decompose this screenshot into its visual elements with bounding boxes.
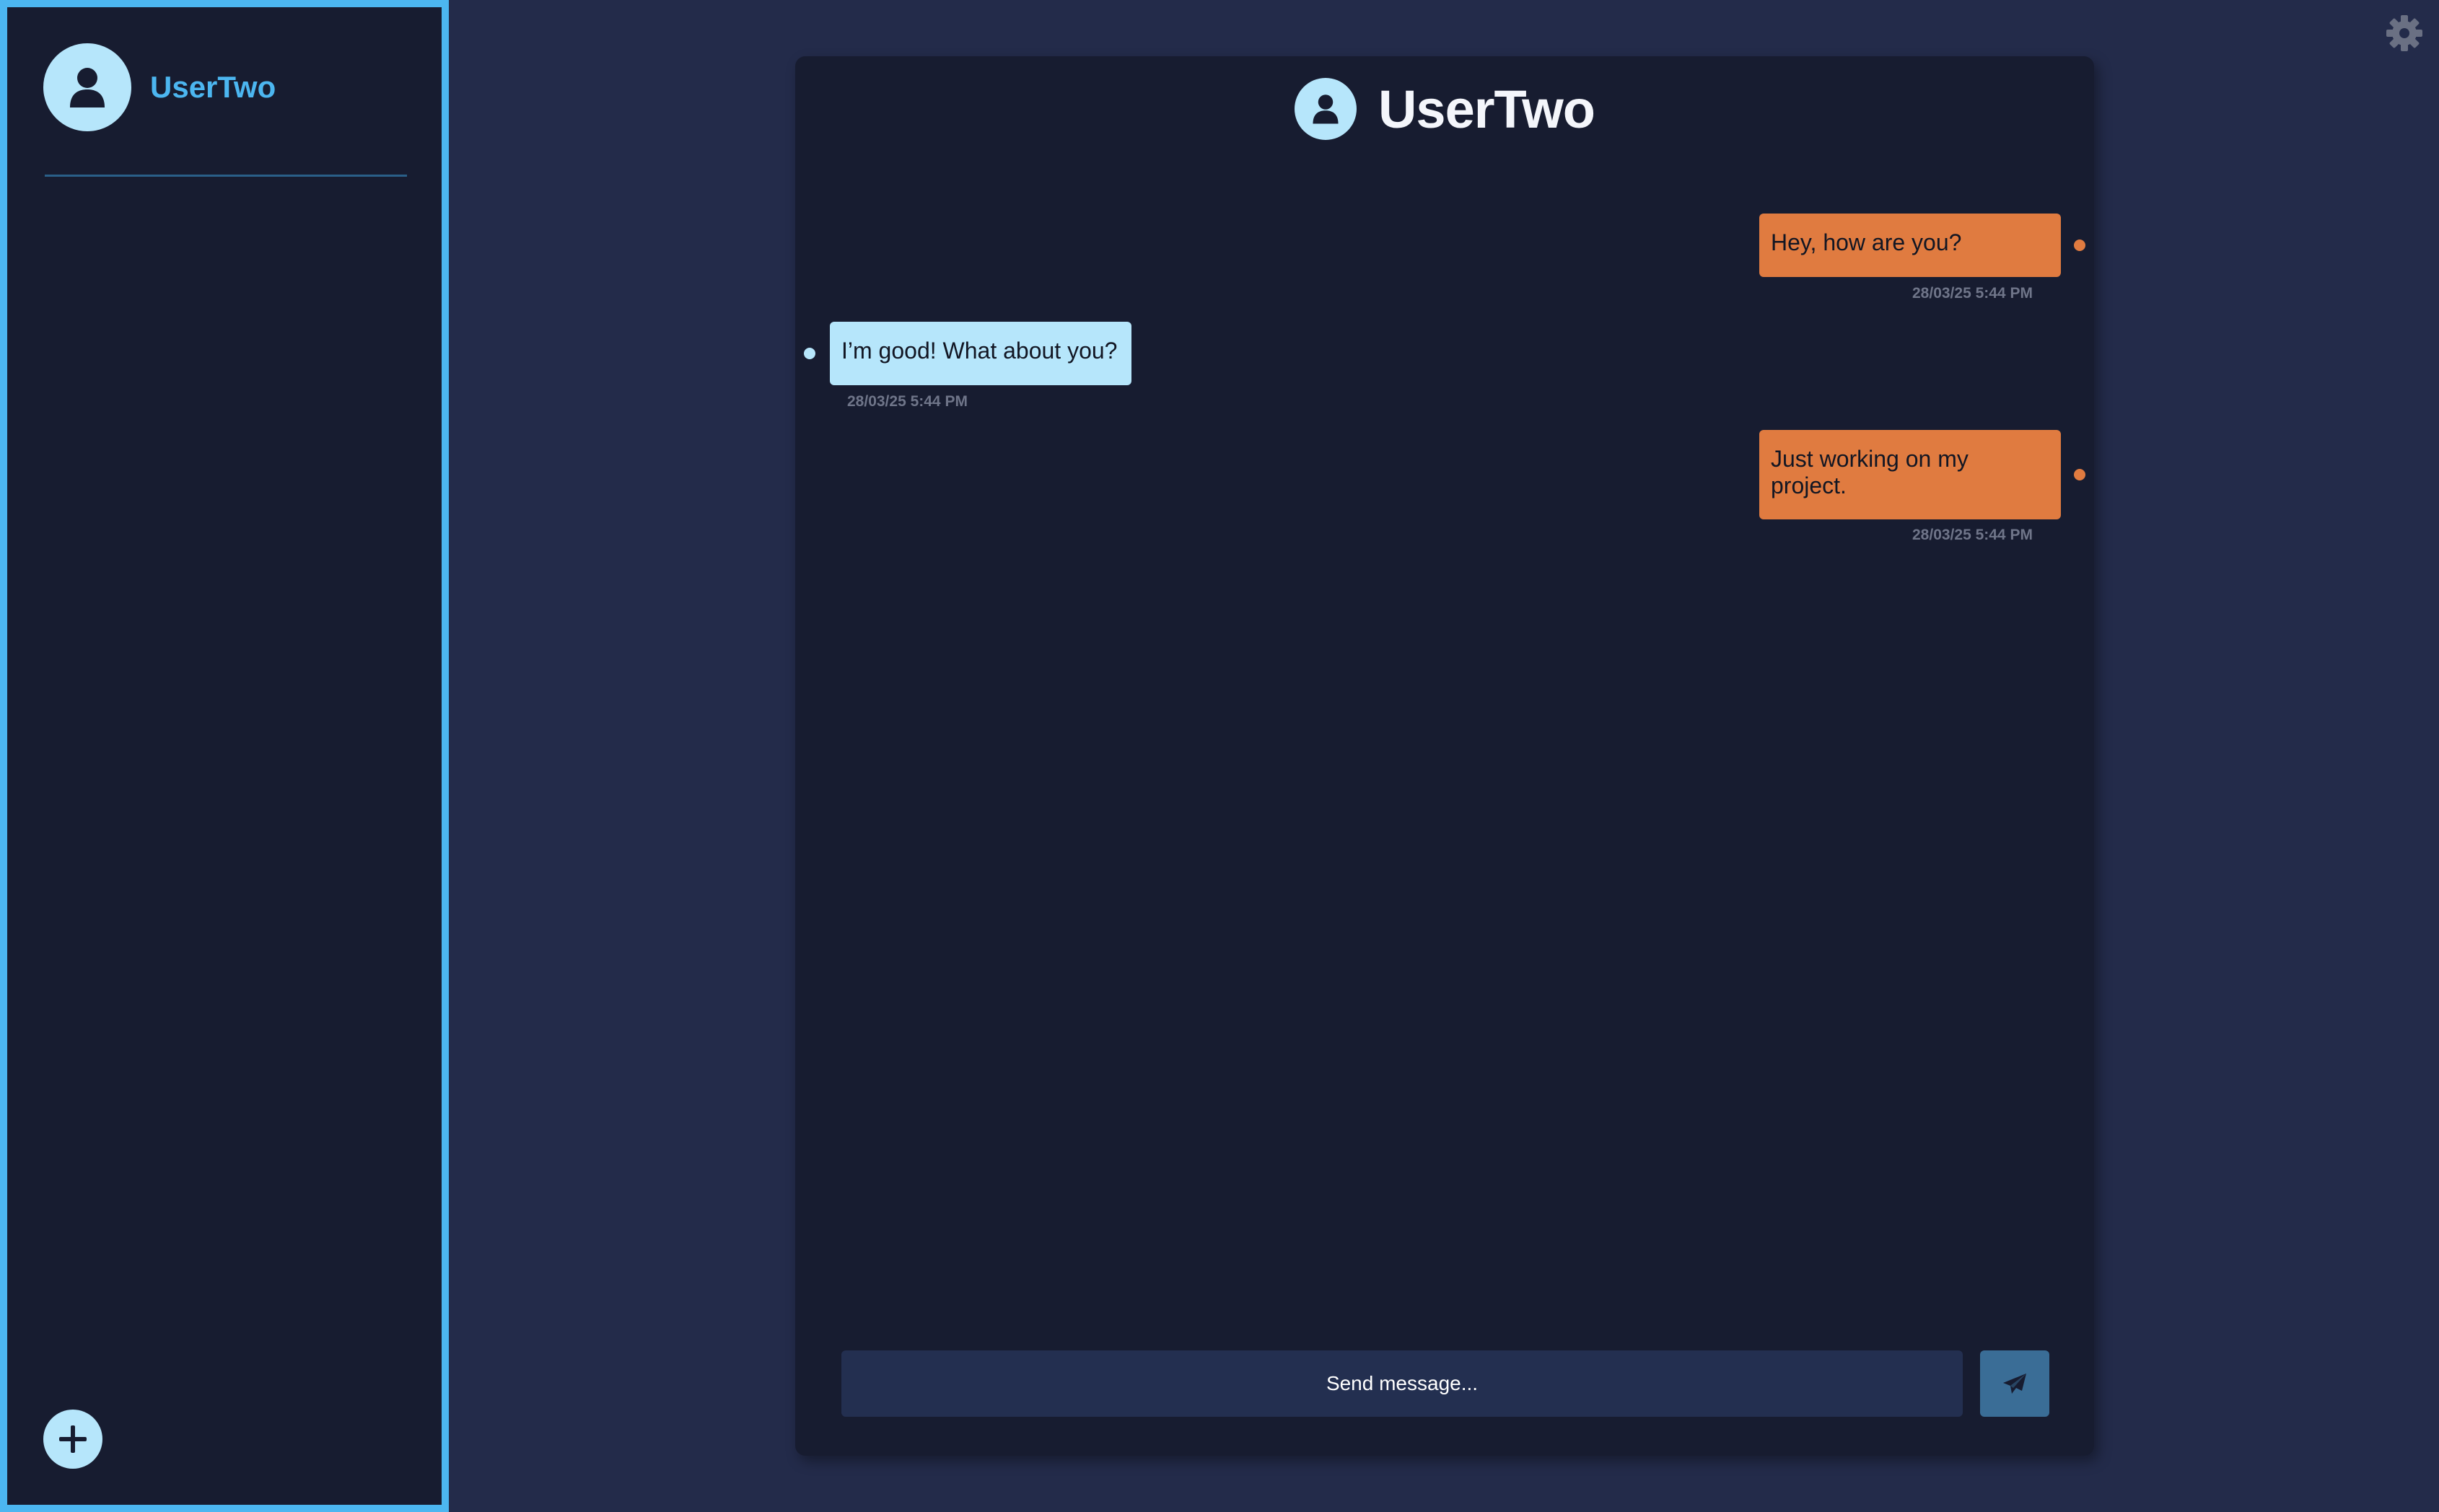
add-contact-button[interactable] (43, 1410, 102, 1469)
sidebar-contact-name: UserTwo (150, 70, 276, 104)
chat-panel: UserTwo Hey, how are you? 28/03/25 5:44 … (795, 56, 2094, 1456)
contacts-sidebar: UserTwo (0, 0, 449, 1512)
message-timestamp: 28/03/25 5:44 PM (1912, 527, 2033, 543)
message-input[interactable] (841, 1350, 1963, 1417)
message-status-dot (2074, 469, 2085, 480)
user-icon (43, 43, 131, 131)
sidebar-contact-usertwo[interactable]: UserTwo (43, 43, 276, 131)
gear-icon (2386, 15, 2422, 51)
chat-title: UserTwo (1378, 79, 1595, 139)
settings-button[interactable] (2386, 14, 2423, 52)
message-bubble-received: I’m good! What about you? (830, 322, 1131, 385)
message-timestamp: 28/03/25 5:44 PM (847, 393, 968, 410)
chat-header: UserTwo (795, 78, 2094, 140)
message-bubble-sent: Hey, how are you? (1759, 214, 2061, 277)
message-timestamp: 28/03/25 5:44 PM (1912, 285, 2033, 302)
message-bubble-sent: Just working on my project. (1759, 430, 2061, 519)
paper-plane-icon (2003, 1373, 2026, 1394)
send-button[interactable] (1980, 1350, 2049, 1417)
sidebar-divider (45, 175, 407, 177)
message-status-dot (804, 348, 815, 359)
user-icon (1294, 78, 1357, 140)
plus-icon (59, 1425, 87, 1453)
message-status-dot (2074, 239, 2085, 251)
